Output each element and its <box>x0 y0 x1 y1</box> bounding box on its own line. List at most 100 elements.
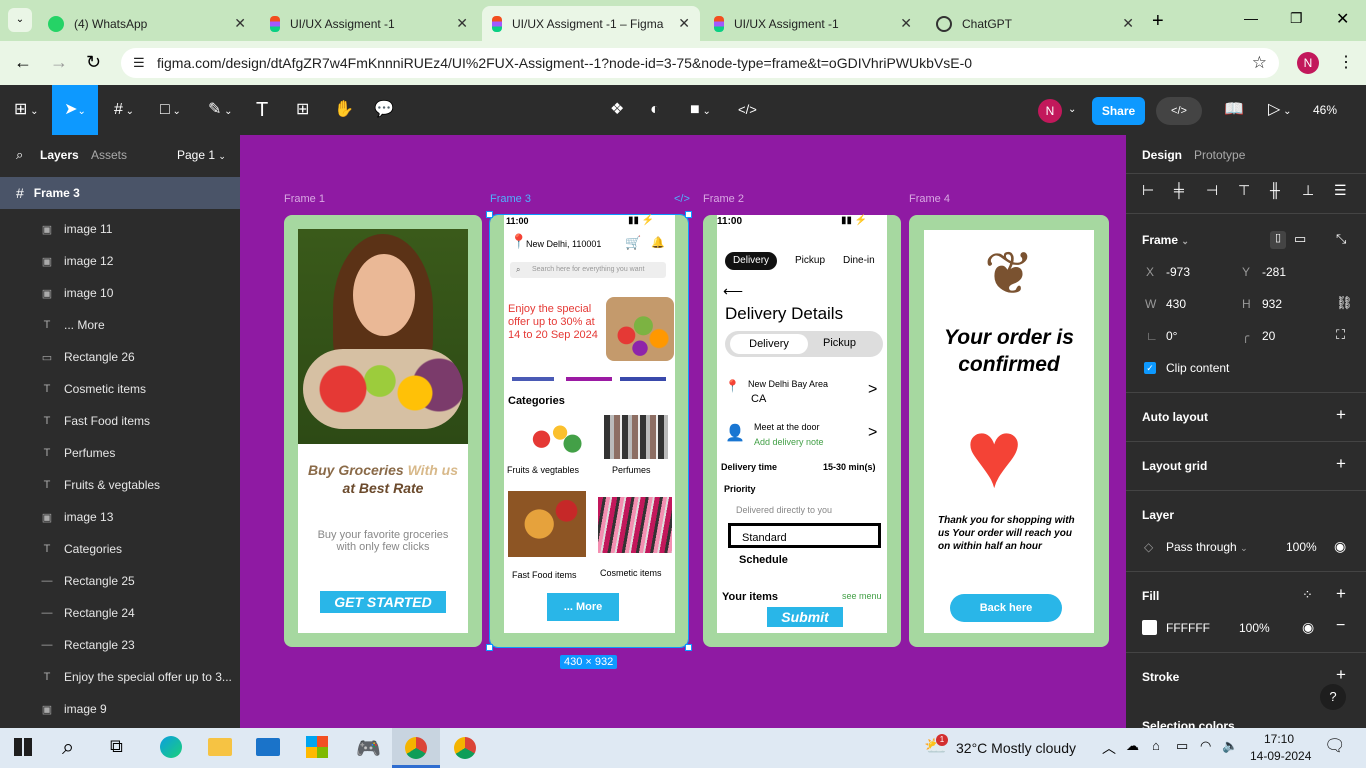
design-canvas[interactable]: Frame 1 Frame 3 </> Frame 2 Frame 4 Buy … <box>240 135 1126 728</box>
selected-layer-row[interactable]: # Frame 3 <box>0 177 240 209</box>
tab-figma-1[interactable]: UI/UX Assigment -1 ✕ <box>260 6 478 41</box>
library-icon[interactable]: 📖 <box>1224 99 1244 121</box>
portrait-icon[interactable]: ▯ <box>1270 231 1286 249</box>
wifi-icon[interactable]: ◠ <box>1200 738 1211 754</box>
add-layout-grid-icon[interactable]: + <box>1336 454 1346 474</box>
resize-handle[interactable] <box>486 211 493 218</box>
independent-corners-icon[interactable]: ⛶ <box>1336 327 1345 343</box>
fill-visibility-eye-icon[interactable]: ◉ <box>1302 619 1314 636</box>
chrome-taskbar-button[interactable] <box>392 728 440 768</box>
mail-icon[interactable] <box>256 738 280 756</box>
layer-row[interactable]: T ... More <box>0 309 240 341</box>
rotation-input[interactable]: 0° <box>1166 329 1177 343</box>
shape-tool-icon[interactable]: □ ⌄ <box>160 99 181 123</box>
page-selector[interactable]: Page 1 ⌄ <box>177 148 226 162</box>
search-icon[interactable]: ⌕ <box>16 147 23 163</box>
align-top-icon[interactable]: ⊤ <box>1238 182 1250 199</box>
layer-row[interactable]: T Enjoy the special offer up to 3... <box>0 661 240 693</box>
landscape-icon[interactable]: ▭ <box>1294 231 1306 247</box>
boolean-icon[interactable]: ■ ⌄ <box>690 99 711 123</box>
fill-swatch[interactable] <box>1142 620 1157 635</box>
align-right-icon[interactable]: ⊣ <box>1206 182 1218 199</box>
weather-text[interactable]: 32°C Mostly cloudy <box>956 740 1076 756</box>
get-started-button[interactable]: GET STARTED <box>320 591 446 613</box>
frame-tool-icon[interactable]: # ⌄ <box>114 99 134 123</box>
help-icon[interactable]: ? <box>1320 684 1346 710</box>
restore-icon[interactable]: ❐ <box>1290 10 1303 27</box>
move-tool-button[interactable]: ➤⌄ <box>52 85 98 135</box>
frame-4[interactable]: ❦ Your order is confirmed ♥ Thank you fo… <box>909 215 1109 647</box>
standard-option[interactable]: Standard <box>728 523 881 548</box>
clock-time[interactable]: 17:10 <box>1264 732 1294 746</box>
fill-hex-input[interactable]: FFFFFF <box>1166 621 1210 635</box>
search-icon[interactable]: ⌕ <box>62 734 74 760</box>
add-note-link[interactable]: Add delivery note <box>754 437 824 447</box>
layer-row[interactable]: — Rectangle 25 <box>0 565 240 597</box>
y-input[interactable]: -281 <box>1262 265 1286 279</box>
dev-mode-toggle[interactable]: </> <box>1156 97 1202 125</box>
layer-row[interactable]: ▣ image 9 <box>0 693 240 725</box>
tab-figma-active[interactable]: UI/UX Assigment -1 – Figma ✕ <box>482 6 700 41</box>
file-explorer-icon[interactable] <box>208 738 232 756</box>
category-label[interactable]: Fruits & vegtables <box>507 465 579 475</box>
tray-chevron-icon[interactable]: ︿ <box>1102 738 1116 758</box>
edge-icon[interactable] <box>160 736 182 758</box>
layer-row[interactable]: T Fruits & vegtables <box>0 469 240 501</box>
add-fill-icon[interactable]: + <box>1336 584 1346 604</box>
segment-delivery[interactable]: Delivery <box>730 334 808 354</box>
align-bottom-icon[interactable]: ⊥ <box>1302 182 1314 199</box>
cart-icon[interactable]: 🛒 <box>625 235 641 251</box>
code-icon[interactable]: </> <box>738 99 757 121</box>
battery-icon[interactable]: ▭ <box>1176 738 1188 754</box>
tab-whatsapp[interactable]: (4) WhatsApp ✕ <box>38 6 256 41</box>
frame-label[interactable]: Frame 1 <box>284 193 325 205</box>
contrast-icon[interactable]: ◐ <box>650 99 660 121</box>
back-icon[interactable]: ← <box>14 52 32 73</box>
add-auto-layout-icon[interactable]: + <box>1336 405 1346 425</box>
layer-row[interactable]: ▣ image 11 <box>0 213 240 245</box>
tab-figma-2[interactable]: UI/UX Assigment -1 ✕ <box>704 6 922 41</box>
back-arrow-icon[interactable]: ⟵ <box>723 283 743 300</box>
close-icon[interactable]: ✕ <box>1122 15 1134 32</box>
close-icon[interactable]: ✕ <box>234 15 246 32</box>
frame-1[interactable]: Buy Groceries With us at Best Rate Buy y… <box>284 215 482 647</box>
align-center-v-icon[interactable]: ╫ <box>1270 182 1280 198</box>
schedule-option[interactable]: Schedule <box>739 554 788 566</box>
share-button[interactable]: Share <box>1092 97 1145 125</box>
profile-avatar[interactable]: N <box>1297 52 1319 74</box>
category-label[interactable]: Perfumes <box>612 465 651 475</box>
chrome-icon[interactable] <box>454 737 476 759</box>
blend-mode-select[interactable]: Pass through ⌄ <box>1166 540 1248 554</box>
add-stroke-icon[interactable]: + <box>1336 665 1346 685</box>
site-info-icon[interactable]: ☰ <box>133 55 145 71</box>
tab-prototype[interactable]: Prototype <box>1194 148 1245 162</box>
bookmark-star-icon[interactable]: ☆ <box>1252 53 1267 73</box>
distribute-icon[interactable]: ☰ <box>1334 182 1347 199</box>
corner-radius-input[interactable]: 20 <box>1262 329 1275 343</box>
text-tool-icon[interactable]: T <box>256 99 268 121</box>
search-input[interactable]: ⌕ Search here for everything you want <box>510 262 666 278</box>
minimize-icon[interactable]: — <box>1244 10 1258 26</box>
tab-chatgpt[interactable]: ChatGPT ✕ <box>926 6 1144 41</box>
frame-section-title[interactable]: Frame ⌄ <box>1142 233 1189 247</box>
x-input[interactable]: -973 <box>1166 265 1190 279</box>
category-label[interactable]: Fast Food items <box>512 570 577 580</box>
tab-dine-in[interactable]: Dine-in <box>843 255 875 266</box>
task-view-icon[interactable]: ⧉ <box>110 736 123 757</box>
notification-icon[interactable]: 🗨 <box>1324 736 1346 756</box>
volume-icon[interactable]: 🔈 <box>1222 738 1238 754</box>
resize-handle[interactable] <box>685 644 692 651</box>
close-icon[interactable]: ✕ <box>678 15 690 32</box>
app-icon[interactable]: 🎮 <box>356 736 381 761</box>
figma-menu-icon[interactable]: ⊞ ⌄ <box>14 99 39 123</box>
clock-date[interactable]: 14-09-2024 <box>1250 749 1311 763</box>
frame-3[interactable]: 11:00 ▮▮ ⚡ 📍 New Delhi, 110001 🛒 🔔 ⌕ Sea… <box>486 211 692 651</box>
frame-label[interactable]: Frame 2 <box>703 193 744 205</box>
url-input[interactable]: ☰ figma.com/design/dtAfgZR7w4FmKnnniRUEz… <box>121 48 1279 78</box>
forward-icon[interactable]: → <box>50 52 68 73</box>
window-close-icon[interactable]: ✕ <box>1336 9 1349 29</box>
visibility-eye-icon[interactable]: ◉ <box>1334 538 1346 555</box>
layer-row[interactable]: T Fast Food items <box>0 405 240 437</box>
close-icon[interactable]: ✕ <box>900 15 912 32</box>
layer-row[interactable]: ▣ image 12 <box>0 245 240 277</box>
